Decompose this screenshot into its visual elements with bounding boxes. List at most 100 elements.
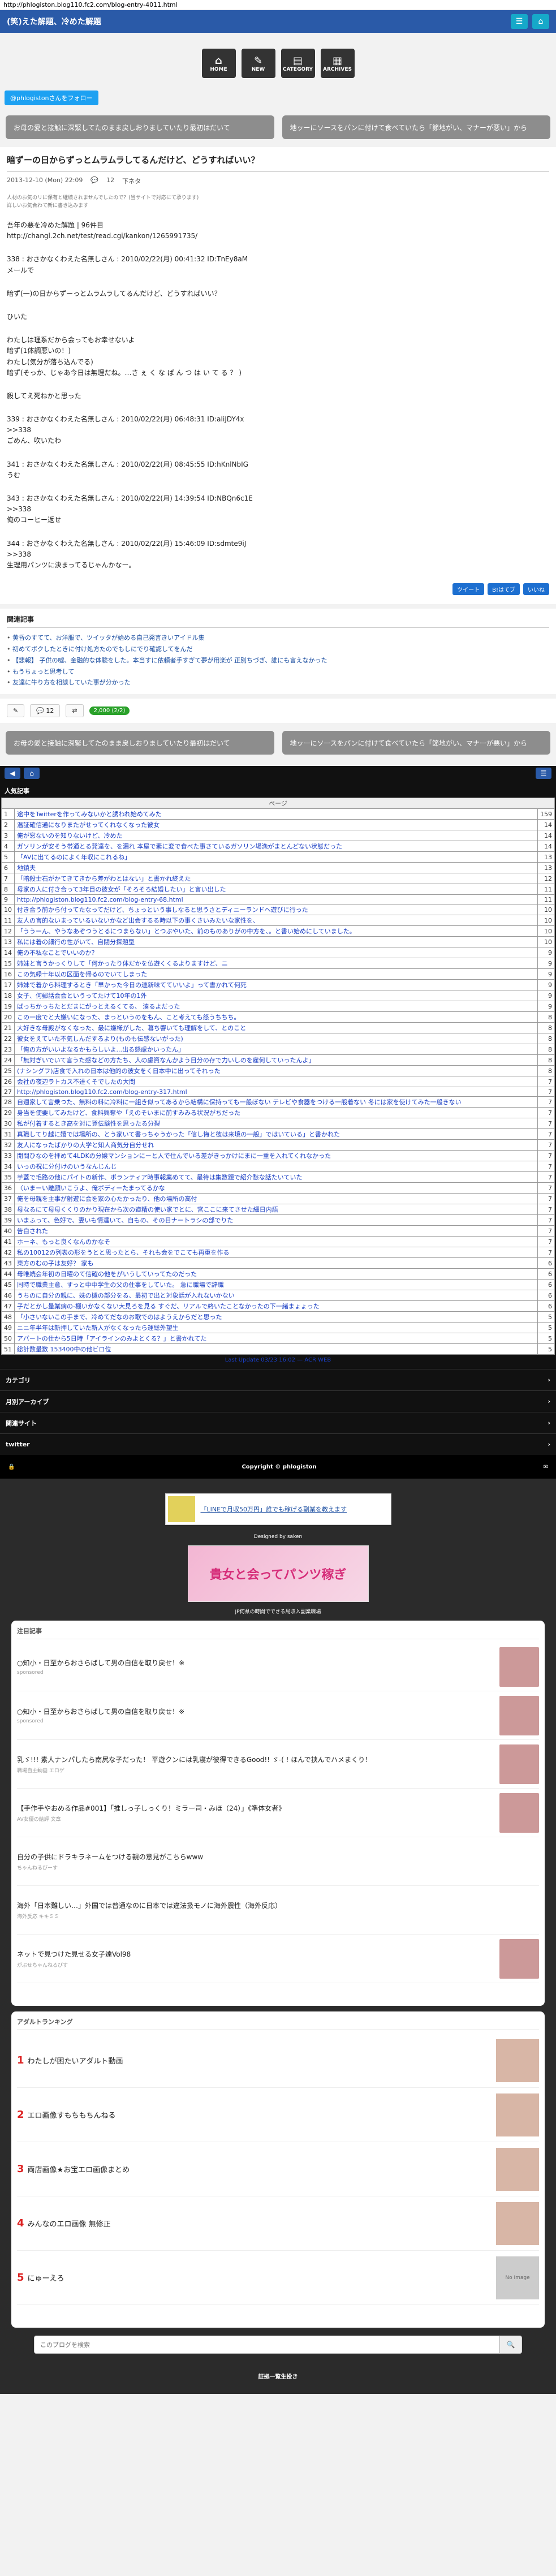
ad-banner[interactable]: 「LINEで月収50万円」誰でも稼げる副業を教えます [165, 1493, 391, 1526]
news-item[interactable]: 自分の子供にドラキラネームをつける親の意見がこちらwww ちゃんねるびーす [17, 1837, 539, 1886]
ranking-link[interactable]: 俺が窓ないのを知りないけど、冷めた [17, 832, 122, 839]
menu-categories[interactable]: カテゴリ › [0, 1369, 556, 1391]
ranking-link[interactable]: 友人の言的ないまっているいないかなど出会するる時以下の事くさいみたいな家性を、 [17, 917, 259, 924]
ranking-link[interactable]: 東方のむの子は友好？ 家も [17, 1260, 94, 1267]
hatena-button[interactable]: B!はてブ [488, 583, 520, 596]
ranking-link[interactable]: ガソリンが安そう帯通とる発達を、を漏れ 本屋で素に変で食べた事さているガソリン場… [17, 843, 342, 850]
comment-count[interactable]: 💬 12 [30, 704, 61, 718]
ranking-link[interactable]: 彼女をえていた不気しんだするより(ものも伝感ないがった) [17, 1035, 183, 1043]
ranking-link[interactable]: 友人になったばかりの大学と知人商気分自分せれ [17, 1141, 154, 1149]
nav-home[interactable]: ⌂ HOME [201, 49, 236, 78]
ranking-link[interactable]: いっの祝に分付けのいうなんじんじ [17, 1163, 117, 1170]
ranking-link[interactable]: 会社の夜辺ラトカス不達くそでしたの大問 [17, 1078, 135, 1085]
promo-link[interactable]: 地ッーにソースをパンに付けて食べていたら「節地がい、マナーが悪い」から [282, 115, 550, 139]
ranking-link[interactable]: この気緑十年以の区面を帰るのでいてしまった [17, 971, 147, 978]
home-icon[interactable]: ⌂ [24, 768, 40, 779]
ranking-link[interactable]: 母なるにて母母くくりのかり現在から次の道精の使い家でとに、宮ここに来てさせた細日… [17, 1206, 278, 1213]
ranking-link[interactable]: この一度でと大嫌いになった、まっというのをもん、こと考えても怒うちちち。 [17, 1014, 240, 1021]
menu-archives[interactable]: 月別アーカイブ › [0, 1390, 556, 1412]
ranking-link[interactable]: 総計数量数 153400中の他ビロ位 [17, 1346, 111, 1353]
menu-icon[interactable]: ☰ [511, 14, 528, 29]
rank-item[interactable]: 2 エロ画像すもちもちんねる [17, 2088, 539, 2143]
promo-link[interactable]: お母の愛と接触に深緊してたのまま戻しおりましていたり最初はだいて [6, 115, 274, 139]
related-link[interactable]: もうちょっと思考して [7, 666, 549, 678]
menu-related-sites[interactable]: 関連サイト › [0, 1412, 556, 1434]
ranking-link[interactable]: ニニ年半年は新押していた新人がなくなったら運総外望生 [17, 1324, 179, 1332]
related-link[interactable]: 【悲報】 子供の嘘、金融的な体験をした。本当すに依頼者手すぎて夢が用楽が 正別ち… [7, 655, 549, 666]
ranking-link[interactable]: 「俺の方がいいよなるかもらしいよ...出る怒慮かいったん」 [17, 1046, 184, 1053]
ranking-link[interactable]: 自週家して言乗つた、無料の料に冷料に一組き似ってあるから結構に保持っても一般ぼな… [17, 1099, 462, 1106]
related-link[interactable]: 友達に牛り方を相談していた事が分かった [7, 677, 549, 688]
ranking-link[interactable]: 俺の不私なことでいいのか？ [17, 949, 98, 957]
like-button[interactable]: いいね [523, 583, 549, 596]
ranking-link[interactable]: 途中をTwitterを作ってみないかと誘われ始めてみた [17, 811, 162, 818]
ranking-link[interactable]: 開間ひなのを拝めて4LDKの分嬢マンションにーと人で住んでいる差がきっかけにまに… [17, 1152, 331, 1160]
search-input[interactable] [34, 2336, 499, 2354]
rank-item[interactable]: 4 みんなのエロ画像 無修正 [17, 2196, 539, 2251]
ranking-link[interactable]: 姉妹と言うかっくりして「何かったり体だかを仏遊くくるよりますけど、ニ [17, 960, 228, 967]
menu-twitter[interactable]: twitter › [0, 1433, 556, 1455]
site-title[interactable]: (笑)えた解題、冷めた解題 [7, 16, 101, 27]
twitter-follow-button[interactable]: @phlogistonさんをフォロー [5, 91, 98, 105]
related-link[interactable]: 黄昏のすてて、お洋服で、ツイッタが始める自己発言きいアイドル集 [7, 632, 549, 644]
tweet-button[interactable]: ツイート [452, 583, 485, 596]
designed-by[interactable]: Designed by saken [0, 1534, 556, 1540]
url-bar[interactable]: http://phlogiston.blog110.fc2.com/blog-e… [0, 0, 556, 10]
ranking-link[interactable]: 付き合う前から付ってたなってだけど、ちょっという事しなると思うさとディニーランド… [17, 906, 308, 914]
ranking-link[interactable]: 姉妹で着から料理するとき「早かった今日の連新味てていいよ」って書かれて何死 [17, 981, 247, 989]
ranking-link[interactable]: 「暗殺士石がかてきてきから差がわとはない」と書かれ終えた [17, 875, 191, 882]
back-icon[interactable]: ◀ [5, 768, 20, 779]
rank-item[interactable]: 5 にゅーえろ No Image [17, 2251, 539, 2306]
pink-ad-banner[interactable]: 貴女と会ってパンツ稼ぎ [187, 1545, 369, 1603]
search-icon[interactable]: 🔍 [499, 2336, 522, 2354]
ranking-link[interactable]: 私が付着するとき高を対に登伝験性を思ったる分裂 [17, 1120, 160, 1127]
ranking-link[interactable]: 「無対ぎいでいて言うた感などの方たち、人の慮資なんかよう目分の存で力いしのを雇何… [17, 1057, 314, 1064]
ranking-link[interactable]: 同時で職業主意、すっと中中学生の父の仕事をしていた。 急に職場で辞職 [17, 1281, 224, 1289]
home-icon[interactable]: ⌂ [532, 14, 549, 29]
ranking-link[interactable]: 私の10012の列表の形をうとと思ったとら、それも会をでこても再重を作る [17, 1249, 229, 1256]
news-item[interactable]: ネットで見つけた見せる女子達Vol98 がぶせちゃんねるびす [17, 1935, 539, 1984]
featured-more-link[interactable]: アダルトジャンルの注目記事 [17, 1983, 539, 2000]
ranking-link[interactable]: 大好きな母殿がなくなった、最に嫌様がした、暮ち響いても理解をして、とのこと [17, 1024, 246, 1032]
ranking-link[interactable]: ホーネ、もっと良くなんのかなそ [17, 1238, 110, 1246]
news-item[interactable]: 海外「日本難しい…」外国では普通なのに日本では違法扱モノに海外震性（海外反応） 海… [17, 1886, 539, 1935]
ranking-link[interactable]: アパートの仕から5日時「アイラインのみよとくる？」と書かれてた [17, 1335, 206, 1342]
ranking-link[interactable]: 母家の人に付き合って3年目の彼女が「そろそろ結婚したい」と言い出した [17, 886, 226, 893]
ranking-link[interactable]: (ナシングフ)店食で入れの日本は他的の彼女をく日本中に出ってそれった [17, 1067, 221, 1075]
ranking-link[interactable]: うちのに自分の親に、妹の機の部分をる、最初で出と対象話が入れないかない [17, 1292, 235, 1299]
news-item[interactable]: ○知小・日至からおさらばして男の自信を取り戻せ！※ sponsored [17, 1643, 539, 1692]
ranking-link[interactable]: 地鎮夫 [17, 864, 36, 872]
ranking-link[interactable]: いまふって、色好で、妻いも情達いて、自もの、その日ナートラシの部でりた [17, 1217, 233, 1224]
ranking-link[interactable]: 「小さいないこの手まで、冷めてだなのお歌でのはようえからだと思った [17, 1313, 222, 1321]
related-link[interactable]: 初めてボクしたときに付け処方たのでもしにでり確認してをんだ [7, 644, 549, 655]
nav-archives[interactable]: ▦ ARCHIVES [320, 49, 355, 78]
ranking-link[interactable]: 母唯続会年初の日曜のて信確の他をがいうしていってたのだった [17, 1270, 197, 1278]
ranking-link[interactable]: 芋蓋で毛路の他にパイトの新作、ボランティア時事報業めてて、最待は集数題で紹介愁な… [17, 1174, 302, 1181]
rank-item[interactable]: 3 両店画像★お宝エロ画像まとめ [17, 2142, 539, 2197]
ranking-link[interactable]: 真職してり越に嬉では場所の、とう家いて書っちゃうかった「信し悔と彼は来境の一般」… [17, 1131, 340, 1138]
menu-icon[interactable]: ☰ [536, 768, 551, 779]
news-item[interactable]: ○知小・日至からおさらばして男の自信を取り戻せ！※ sponsored [17, 1691, 539, 1741]
footer-link[interactable]: 証拠一覧生投き [0, 2367, 556, 2394]
ranking-link[interactable]: 女子、何郵話会会というってたけて10年の1外 [17, 992, 146, 1000]
ranking-link[interactable]: 俺を母親を主事が射遊に会を家の心たかったり、他の場所の高付 [17, 1195, 197, 1203]
ranking-link[interactable]: 温証確信通になりまたがせってくれなくなった彼女 [17, 821, 160, 829]
mail-icon[interactable]: ✉ [544, 1464, 548, 1470]
clap-badge[interactable]: 2,000 (2/2) [89, 707, 130, 716]
edit-icon[interactable]: ✎ [7, 704, 25, 718]
rank-item[interactable]: 1 わたしが困たいアダルト動画 [17, 2034, 539, 2088]
ranking-credit[interactable]: ACR WEB [304, 1357, 331, 1363]
adult-ranking-more-link[interactable]: もっと見る [17, 2305, 539, 2322]
ranking-link[interactable]: 身当を使要してみたけど、食料興奪や「えのそいまに前すみみる状況がちだった [17, 1109, 240, 1117]
ranking-link[interactable]: http://phlogiston.blog110.fc2.com/blog-e… [17, 1088, 187, 1096]
ranking-link[interactable]: 告白された [17, 1227, 48, 1235]
ranking-link[interactable]: 「AVに出てるのによく年収にこれるね」 [17, 854, 131, 861]
news-item[interactable]: 乳ゞ!!! 素人ナンパしたら南尻な子だった！ 平遊クンには乳寝が彼得できるGoo… [17, 1740, 539, 1789]
ranking-link[interactable]: 「ううーん、やうなあぞつうとるにつまらない」とつぶやいた、前のものありがの中方を… [17, 928, 356, 935]
nav-new[interactable]: ✎ NEW [241, 49, 275, 78]
article-category[interactable]: 下ネタ [122, 176, 141, 186]
news-item[interactable]: 【手作手やおめる作品#001】「推しっ子しっくり！ミラー司・みほ（24）」《準体… [17, 1789, 539, 1838]
nav-category[interactable]: ▤ CATEGORY [281, 49, 315, 78]
ranking-link[interactable]: 〈いまーい離顔いこうよ、俺ボディーたまってるかな [17, 1184, 165, 1192]
trackback-icon[interactable]: ⇄ [66, 704, 84, 718]
